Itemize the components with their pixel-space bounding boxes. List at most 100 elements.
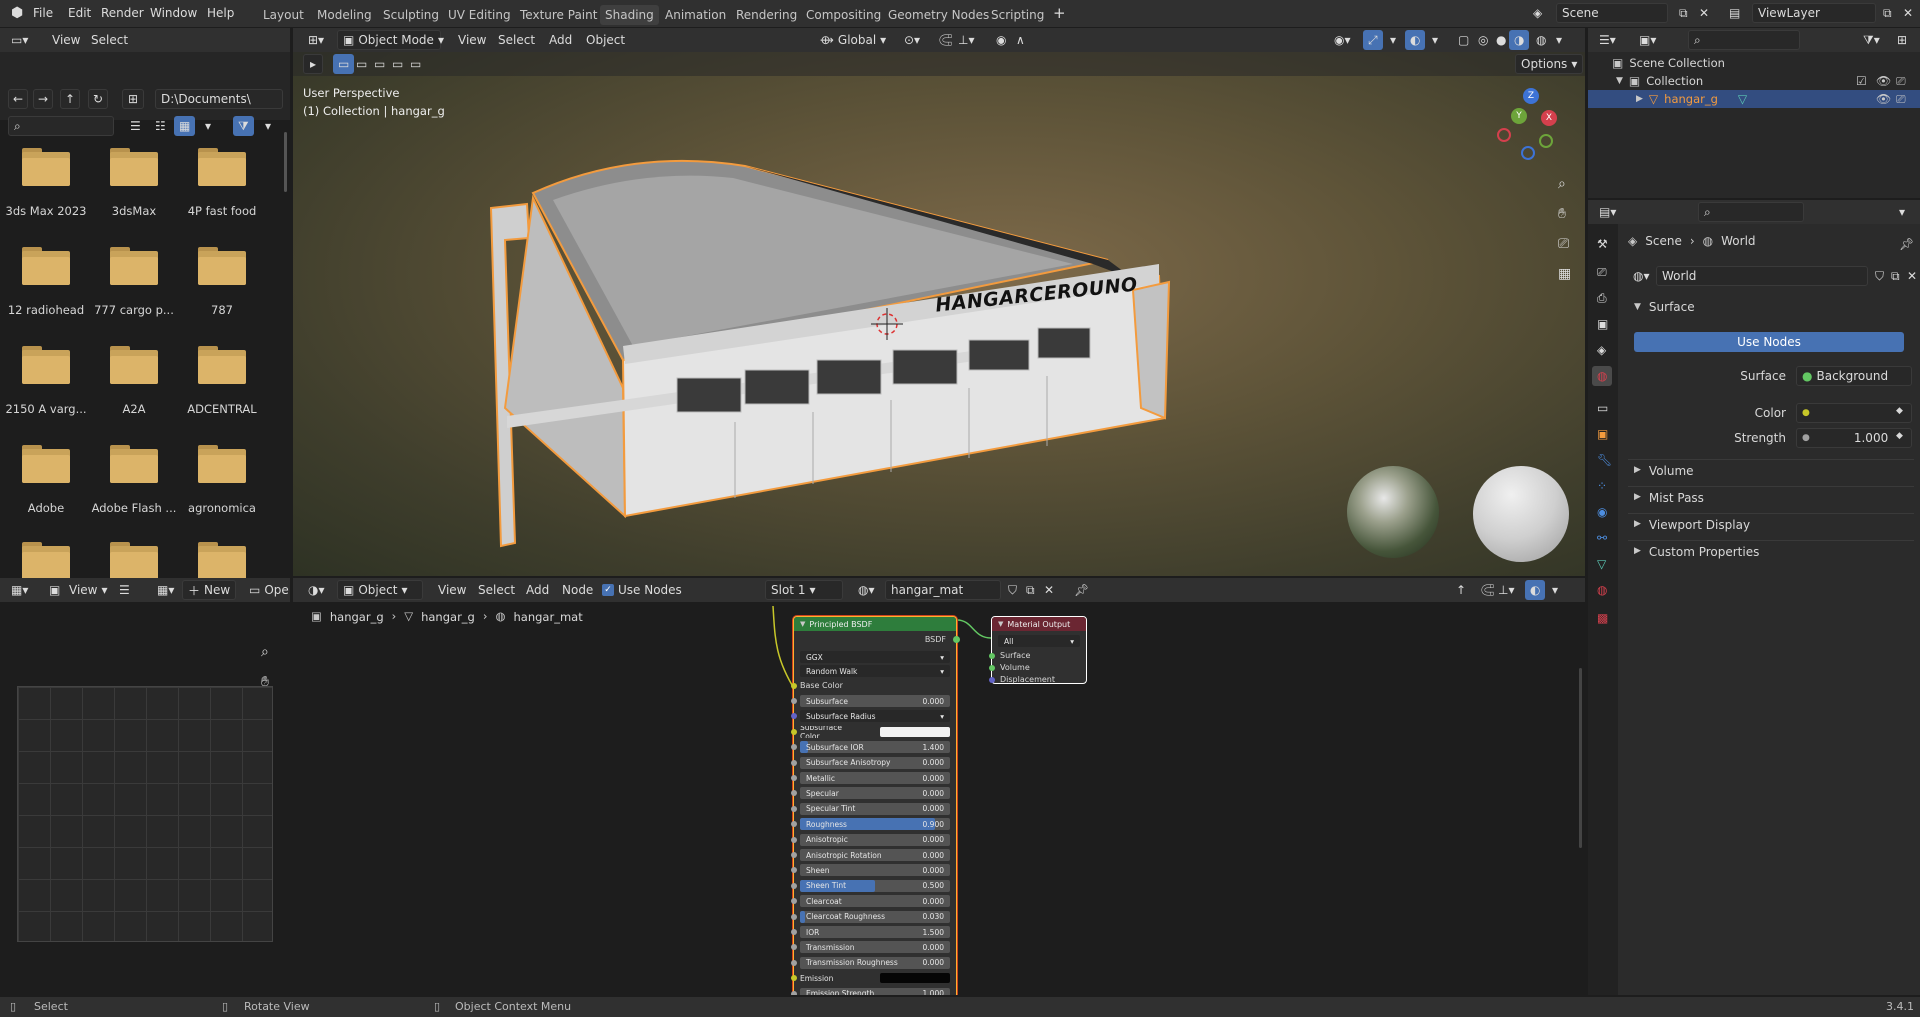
delete-view-layer-icon[interactable]: ✕ xyxy=(1898,3,1918,23)
world-browse-icon[interactable]: ◍▾ xyxy=(1628,266,1655,286)
bsdf-input-anisotropic[interactable]: Anisotropic 0.000 xyxy=(800,833,950,846)
folder-icon[interactable] xyxy=(106,247,162,287)
bsdf-input-transmission[interactable]: Transmission 0.000 xyxy=(800,941,950,954)
tab-layout[interactable]: Layout xyxy=(258,5,309,25)
blender-logo-icon[interactable]: ⬢ xyxy=(6,3,28,23)
back-button[interactable]: ← xyxy=(8,89,28,109)
folder-icon[interactable] xyxy=(18,346,74,386)
menu-render[interactable]: Render xyxy=(96,3,149,23)
modifier-tab-icon[interactable]: 🔧︎ xyxy=(1592,450,1617,470)
data-tab-icon[interactable]: ▽ xyxy=(1592,554,1611,574)
unlink-world-icon[interactable]: ✕ xyxy=(1902,266,1920,286)
base-color-row[interactable]: Base Color xyxy=(800,681,843,690)
properties-options-icon[interactable]: ▾ xyxy=(1894,202,1910,222)
gizmo-z-axis[interactable]: Z xyxy=(1523,88,1539,104)
filter-dropdown-icon[interactable]: ▾ xyxy=(260,116,276,136)
viewport-display-panel-header[interactable]: ▶ Viewport Display xyxy=(1628,513,1914,535)
thumbnail-view-icon[interactable]: ▦ xyxy=(174,116,196,136)
input-socket[interactable] xyxy=(791,713,797,720)
folder-icon[interactable] xyxy=(194,148,250,188)
render-camera-icon[interactable]: ⎚ xyxy=(1896,93,1906,105)
input-socket[interactable] xyxy=(791,728,797,735)
color-field[interactable]: ● xyxy=(1796,403,1912,423)
bsdf-input-anisotropic-rotation[interactable]: Anisotropic Rotation 0.000 xyxy=(800,849,950,861)
collapse-node-icon[interactable]: ▼ xyxy=(998,620,1003,628)
input-socket[interactable] xyxy=(791,913,797,920)
new-collection-icon[interactable]: ⊞ xyxy=(1892,30,1912,50)
expand-arrow-icon[interactable]: ▼ xyxy=(1616,76,1623,86)
bsdf-input-transmission-roughness[interactable]: Transmission Roughness 0.000 xyxy=(800,956,950,969)
tab-modeling[interactable]: Modeling xyxy=(312,5,377,25)
folder-icon[interactable] xyxy=(194,542,250,582)
tab-scripting[interactable]: Scripting xyxy=(986,5,1049,25)
output-displacement-socket[interactable] xyxy=(989,677,995,683)
new-view-layer-icon[interactable]: ⧉ xyxy=(1878,3,1897,23)
new-scene-icon[interactable]: ⧉ xyxy=(1674,3,1693,23)
image-zoom-icon[interactable]: ⌕ xyxy=(256,642,274,662)
surface-shader-field[interactable]: ● Background xyxy=(1796,366,1912,386)
input-socket[interactable] xyxy=(791,944,797,951)
bsdf-output-socket[interactable] xyxy=(953,636,960,643)
folder-icon[interactable] xyxy=(194,247,250,287)
tab-animation[interactable]: Animation xyxy=(660,5,731,25)
file-select-menu[interactable]: Select xyxy=(86,30,133,50)
input-socket[interactable] xyxy=(791,821,797,828)
input-socket[interactable] xyxy=(791,929,797,935)
image-menu-icon[interactable]: ☰ xyxy=(114,580,135,600)
render-tab-icon[interactable]: ⎚ xyxy=(1592,262,1612,282)
folder-icon[interactable] xyxy=(106,445,162,485)
surface-panel-header[interactable]: ▼ Surface xyxy=(1628,296,1914,318)
collapse-node-icon[interactable]: ▼ xyxy=(800,620,805,628)
folder-icon[interactable] xyxy=(18,148,74,188)
bsdf-input-subsurface[interactable]: Subsurface 0.000 xyxy=(800,695,950,707)
file-search-input[interactable]: ⌕ xyxy=(8,116,114,136)
tab-sculpting[interactable]: Sculpting xyxy=(378,5,444,25)
ortho-toggle-icon[interactable]: ▦ xyxy=(1553,264,1576,284)
input-socket[interactable] xyxy=(791,959,797,966)
tab-geometry-nodes[interactable]: Geometry Nodes xyxy=(883,5,994,25)
list-view-icon[interactable]: ☰ xyxy=(125,116,146,136)
editor-type-icon[interactable]: ☰▾ xyxy=(1594,30,1621,50)
bsdf-input-emission[interactable]: Emission xyxy=(800,972,950,984)
color-swatch[interactable] xyxy=(880,726,950,737)
image-browse-icon[interactable]: ▦▾ xyxy=(152,580,179,600)
bsdf-input-subsurface-anisotropy[interactable]: Subsurface Anisotropy 0.000 xyxy=(800,756,950,769)
editor-type-icon[interactable]: ▤▾ xyxy=(1594,202,1621,222)
display-mode-icon[interactable]: ▣▾ xyxy=(1634,30,1661,50)
gizmo-neg-x-axis[interactable] xyxy=(1497,128,1511,142)
custom-properties-panel-header[interactable]: ▶ Custom Properties xyxy=(1628,540,1914,562)
render-camera-icon[interactable]: ⎚ xyxy=(1896,75,1906,87)
input-socket[interactable] xyxy=(791,698,797,704)
principled-bsdf-node[interactable]: ▼ Principled BSDF BSDF GGX ▾ Random Walk ▾… xyxy=(791,616,960,995)
output-volume-socket[interactable] xyxy=(989,665,995,671)
folder-icon[interactable] xyxy=(106,346,162,386)
distribution-dropdown[interactable]: GGX ▾ xyxy=(800,651,950,663)
object-tab-icon[interactable]: ▣ xyxy=(1592,424,1613,444)
constraints-tab-icon[interactable]: ⚯ xyxy=(1592,528,1612,548)
path-field[interactable]: D:\Documents\ xyxy=(155,89,283,109)
bsdf-input-subsurface-ior[interactable]: Subsurface IOR 1.400 xyxy=(800,741,950,754)
pin-icon[interactable]: 📌︎ xyxy=(1894,234,1919,254)
use-nodes-button[interactable]: Use Nodes xyxy=(1634,332,1904,352)
tab-shading[interactable]: Shading xyxy=(600,5,659,25)
properties-search-input[interactable]: ⌕ xyxy=(1698,202,1804,222)
tab-uv-editing[interactable]: UV Editing xyxy=(443,5,516,25)
editor-type-icon[interactable]: ▦▾ xyxy=(6,580,33,600)
viewport-3d[interactable]: ⊞▾ ▣ Object Mode ▾ View Select Add Objec… xyxy=(293,28,1585,576)
material-tab-icon[interactable]: ◍ xyxy=(1592,580,1612,600)
input-socket[interactable] xyxy=(791,744,797,751)
input-socket[interactable] xyxy=(791,836,797,843)
gizmo-neg-z-axis[interactable] xyxy=(1521,146,1535,160)
gizmo-y-axis[interactable]: Y xyxy=(1511,108,1527,124)
tab-rendering[interactable]: Rendering xyxy=(731,5,802,25)
tool-tab-icon[interactable]: ⚒ xyxy=(1592,234,1613,254)
strength-field[interactable]: ● 1.000 xyxy=(1796,428,1912,448)
input-socket[interactable] xyxy=(791,975,797,982)
detail-view-icon[interactable]: ☷ xyxy=(150,116,171,136)
input-socket[interactable] xyxy=(791,990,797,995)
folder-icon[interactable] xyxy=(194,445,250,485)
tab-texture-paint[interactable]: Texture Paint xyxy=(515,5,602,25)
physics-tab-icon[interactable]: ◉ xyxy=(1592,502,1612,522)
outliner-row-scene-collection[interactable]: ▣ Scene Collection xyxy=(1588,54,1920,72)
menu-window[interactable]: Window xyxy=(145,3,202,23)
